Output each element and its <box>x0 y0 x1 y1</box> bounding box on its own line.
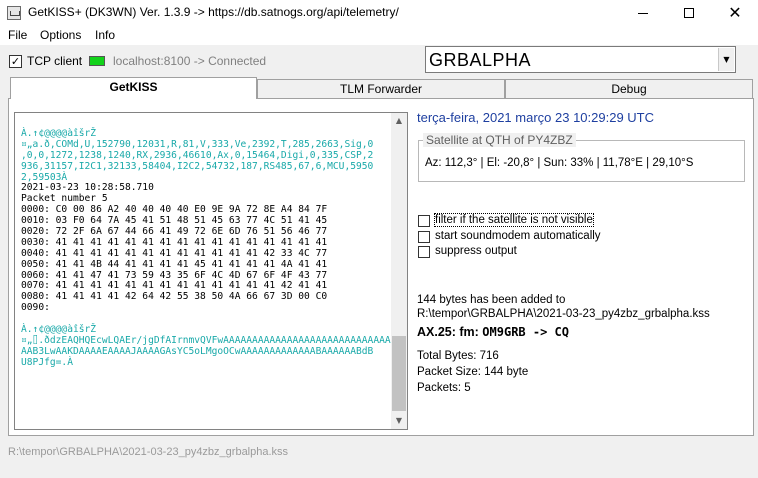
kiss-log-box[interactable]: À.↑¢@@@@àîšrŽ ¤„a.ð,COMd,U,152790,12031,R… <box>14 112 408 430</box>
maximize-button[interactable] <box>666 0 712 26</box>
suppress-output-checkbox[interactable] <box>418 246 430 258</box>
filter-visible-checkbox[interactable] <box>418 215 430 227</box>
soundmodem-label[interactable]: start soundmodem automatically <box>435 230 601 242</box>
total-bytes: Total Bytes: 716 <box>417 350 499 362</box>
satellite-select[interactable]: GRBALPHA ▼ <box>425 46 736 73</box>
tcp-client-checkbox[interactable]: ✓ <box>9 55 22 68</box>
scrollbar-thumb[interactable] <box>392 336 406 411</box>
scroll-up-icon[interactable]: ▲ <box>391 113 407 129</box>
title-bar: GetKISS+ (DK3WN) Ver. 1.3.9 -> https://d… <box>0 0 758 26</box>
suppress-output-label[interactable]: suppress output <box>435 245 517 257</box>
ax25-prefix: AX.25: fm: <box>417 325 483 339</box>
kiss-log-line: 0090: <box>21 302 50 314</box>
minimize-icon <box>638 12 648 14</box>
app-icon <box>7 6 21 20</box>
output-file-path: R:\tempor\GRBALPHA\2021-03-23_py4zbz_grb… <box>417 308 710 320</box>
maximize-icon <box>684 8 694 18</box>
packets-count: Packets: 5 <box>417 382 471 394</box>
menu-file[interactable]: File <box>8 28 27 42</box>
kiss-log-line: U8PJfg=.À <box>21 356 73 368</box>
tab-getkiss[interactable]: GetKISS <box>10 77 257 99</box>
soundmodem-checkbox[interactable] <box>418 231 430 243</box>
status-bar-path: R:\tempor\GRBALPHA\2021-03-23_py4zbz_grb… <box>8 446 289 458</box>
kiss-log-line: 0050: 41 41 4B 44 41 41 41 41 45 41 41 4… <box>21 258 328 270</box>
tab-tlm-forwarder[interactable]: TLM Forwarder <box>257 79 505 98</box>
connection-status-text: localhost:8100 -> Connected <box>113 54 267 68</box>
qth-legend: Satellite at QTH of PY4ZBZ <box>423 133 576 147</box>
tcp-client-label: TCP client <box>27 54 83 68</box>
kiss-log-text: À.↑¢@@@@àîšrŽ ¤„a.ð,COMd,U,152790,12031,R… <box>21 128 393 369</box>
ax25-route: OM9GRB -> CQ <box>482 325 569 339</box>
menu-options[interactable]: Options <box>40 28 81 42</box>
close-icon: ✕ <box>728 3 742 22</box>
kiss-log-line: 0080: 41 41 41 41 42 64 42 55 38 50 4A 6… <box>21 291 328 303</box>
chevron-down-icon[interactable]: ▼ <box>718 48 734 71</box>
scroll-down-icon[interactable]: ▼ <box>391 413 407 429</box>
filter-visible-label[interactable]: filter if the satellite is not visible <box>434 213 594 227</box>
kiss-log-line: 936,31157,I2C1,32133,58404,I2C2,54732,18… <box>21 160 374 172</box>
bytes-added-text: 144 bytes has been added to <box>417 294 566 306</box>
satellite-select-value: GRBALPHA <box>429 50 532 70</box>
ax25-header: AX.25: fm: OM9GRB -> CQ <box>417 325 569 339</box>
qth-values: Az: 112,3° | El: -20,8° | Sun: 33% | 11,… <box>425 157 694 169</box>
connection-status-led <box>89 56 105 66</box>
current-datetime: terça-feira, 2021 março 23 10:29:29 UTC <box>417 110 655 125</box>
menu-info[interactable]: Info <box>95 28 115 42</box>
tab-debug[interactable]: Debug <box>505 79 753 98</box>
kiss-log-scrollbar[interactable]: ▲ ▼ <box>391 113 407 429</box>
kiss-log-line: AAB3LwAAKDAAAAEAAAAJAAAAGAsYC5oLMgoOCwAA… <box>21 345 374 357</box>
menu-bar: File Options Info <box>0 26 758 45</box>
minimize-button[interactable] <box>620 0 666 26</box>
window-title: GetKISS+ (DK3WN) Ver. 1.3.9 -> https://d… <box>28 5 399 19</box>
packet-size: Packet Size: 144 byte <box>417 366 529 378</box>
close-button[interactable]: ✕ <box>712 0 758 26</box>
